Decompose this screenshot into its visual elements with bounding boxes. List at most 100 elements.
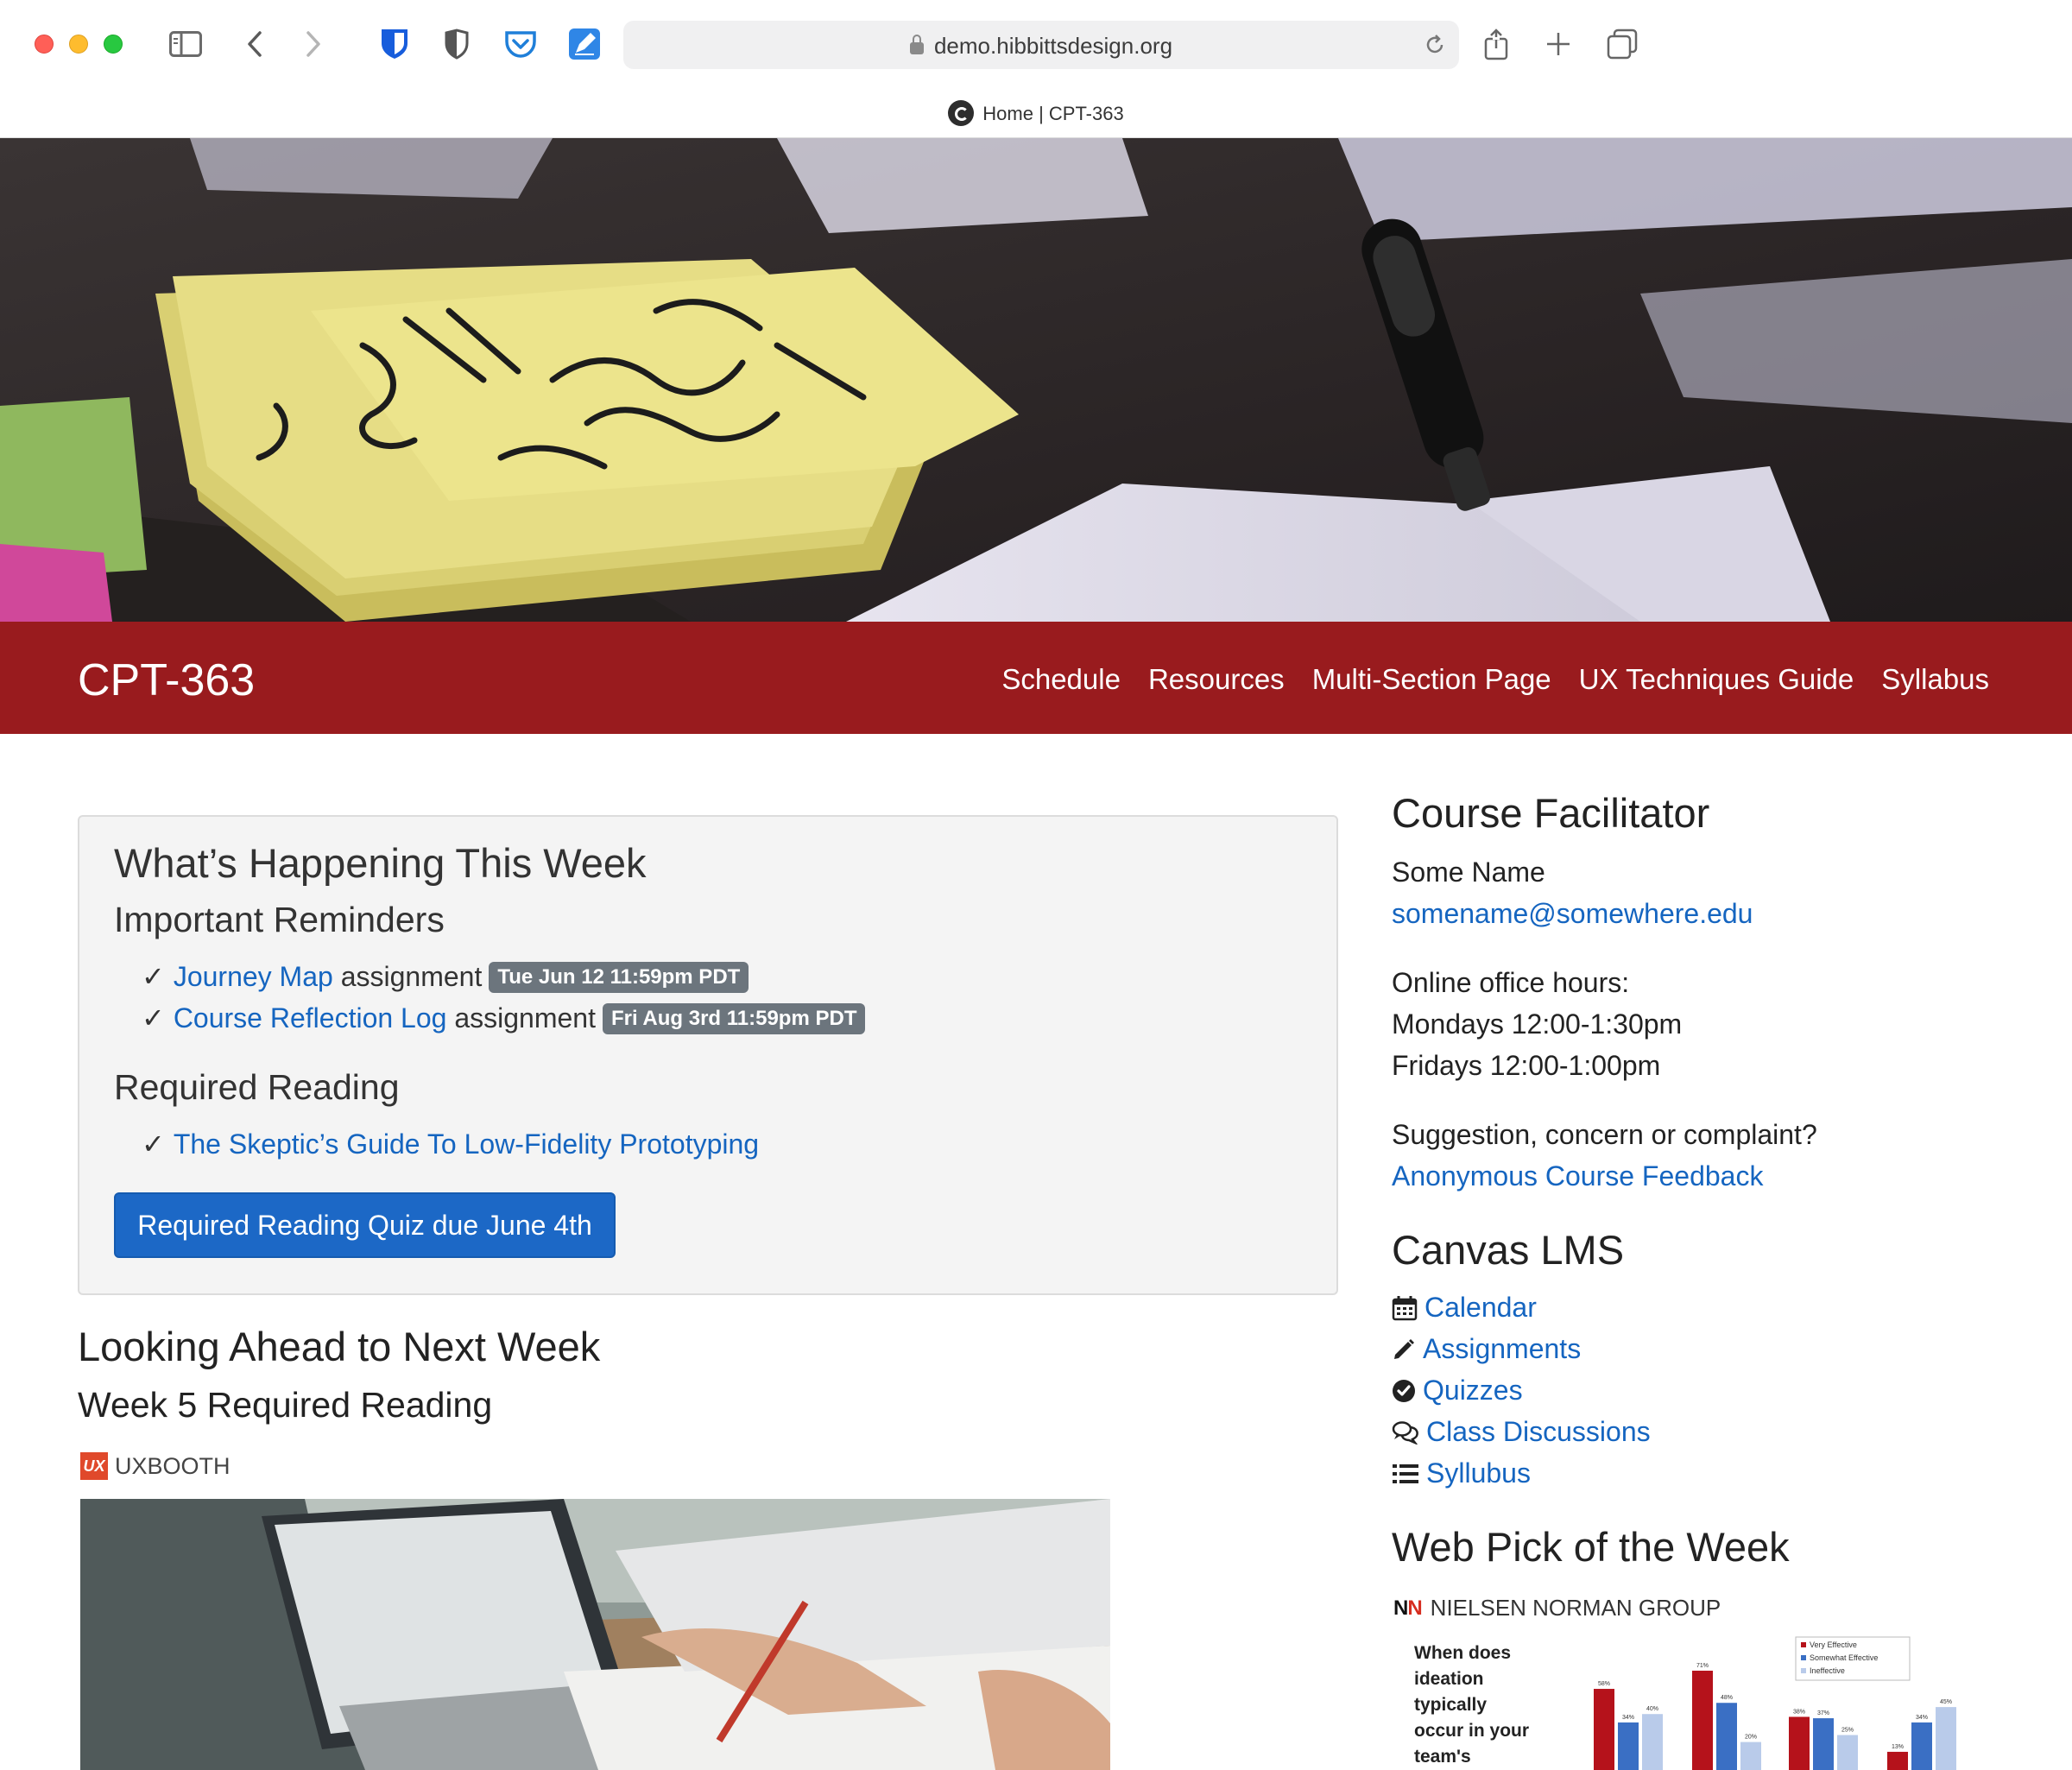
reminders-heading: Important Reminders <box>114 900 445 939</box>
thumbnail-bar <box>1887 1751 1908 1770</box>
url-text: demo.hibbittsdesign.org <box>933 33 1173 59</box>
due-date-badge: Fri Aug 3rd 11:59pm PDT <box>602 1003 866 1034</box>
lms-link-label[interactable]: Class Discussions <box>1426 1416 1651 1448</box>
markup-extension-icon[interactable] <box>565 24 604 64</box>
browser-toolbar: demo.hibbittsdesign.org Home | CPT-363 <box>0 0 2072 138</box>
lms-link-syllubus[interactable]: Syllubus <box>1392 1457 1531 1489</box>
web-pick-thumbnail[interactable]: When does ideation typically occur in yo… <box>1393 1634 1963 1770</box>
privacy-shield-icon[interactable] <box>437 24 477 64</box>
thumbnail-bar-label: 37% <box>1817 1710 1829 1716</box>
thumbnail-bar <box>1789 1716 1810 1770</box>
hero-image <box>0 138 2072 622</box>
feedback-prompt: Suggestion, concern or complaint? <box>1392 1119 1817 1150</box>
lms-link-label[interactable]: Calendar <box>1424 1292 1537 1324</box>
thumbnail-bar <box>1911 1722 1932 1770</box>
checkmark-icon: ✓ <box>142 1128 165 1160</box>
bitwarden-icon[interactable] <box>375 24 414 64</box>
next-week-heading: Looking Ahead to Next Week <box>78 1324 601 1369</box>
thumbnail-bar <box>1692 1670 1713 1770</box>
lock-icon <box>909 35 924 54</box>
reminder-suffix: assignment <box>332 961 483 992</box>
sidebar-toggle-icon[interactable] <box>166 24 205 64</box>
reminder-suffix: assignment <box>446 1002 596 1034</box>
office-hours-monday: Mondays 12:00-1:30pm <box>1392 1008 1683 1040</box>
forward-icon[interactable] <box>294 24 333 64</box>
web-pick-heading: Web Pick of the Week <box>1392 1524 1790 1570</box>
facilitator-heading: Course Facilitator <box>1392 790 1710 836</box>
thumbnail-bar <box>1936 1707 1956 1770</box>
thumbnail-bar-chart: 58% 34% 40% 71% 48% 20% 38% 37% 25% 13% 34% 45% Very… <box>1594 1636 1956 1770</box>
thumbnail-bar <box>1740 1742 1761 1770</box>
thumbnail-bar-label: 48% <box>1721 1695 1733 1701</box>
reading-quiz-button[interactable]: Required Reading Quiz due June 4th <box>114 1192 616 1258</box>
reminder-item: ✓ Course Reflection Log assignment Fri Aug… <box>142 1002 866 1037</box>
thumbnail-bar-label: 45% <box>1940 1699 1952 1705</box>
checkmark-icon: ✓ <box>142 961 165 992</box>
thumbnail-bar-label: 34% <box>1622 1715 1634 1721</box>
minimize-window-button[interactable] <box>69 35 88 54</box>
web-pick-source-name: NIELSEN NORMAN GROUP <box>1430 1595 1721 1621</box>
checkmark-icon: ✓ <box>142 1002 165 1034</box>
nav-link-syllabus[interactable]: Syllabus <box>1881 663 1989 696</box>
nng-logo-text: NN <box>1393 1596 1423 1620</box>
site-favicon-icon <box>948 100 975 126</box>
thumbnail-bar-label: 40% <box>1646 1706 1658 1712</box>
skeptics-guide-link[interactable]: The Skeptic’s Guide To Low-Fidelity Prot… <box>174 1128 759 1160</box>
reading-item: ✓ The Skeptic’s Guide To Low-Fidelity Pro… <box>142 1128 759 1160</box>
pencil-icon <box>1394 1338 1414 1359</box>
address-bar[interactable]: demo.hibbittsdesign.org <box>623 21 1459 69</box>
nav-link-schedule[interactable]: Schedule <box>1001 663 1121 696</box>
check-circle-icon <box>1393 1379 1415 1402</box>
thumbnail-legend-label: Somewhat Effective <box>1810 1653 1878 1662</box>
article-source-name: UXBOOTH <box>115 1452 231 1479</box>
thumbnail-bar-label: 13% <box>1892 1744 1904 1750</box>
pocket-icon[interactable] <box>501 24 540 64</box>
lms-link-label[interactable]: Syllubus <box>1426 1457 1531 1489</box>
active-tab[interactable]: Home | CPT-363 <box>0 100 2072 128</box>
thumbnail-bar-label: 58% <box>1598 1681 1610 1687</box>
course-reflection-log-link[interactable]: Course Reflection Log <box>174 1002 447 1034</box>
week5-reading-heading: Week 5 Required Reading <box>78 1385 493 1425</box>
web-pick-source[interactable]: NN NIELSEN NORMAN GROUP <box>1393 1595 1721 1621</box>
lms-link-calendar[interactable]: Calendar <box>1392 1292 1537 1324</box>
facilitator-email-link[interactable]: somename@somewhere.edu <box>1392 898 1753 930</box>
share-icon[interactable] <box>1476 24 1516 64</box>
thumbnail-bar-label: 34% <box>1916 1715 1928 1721</box>
thumbnail-bar <box>1594 1689 1614 1770</box>
back-icon[interactable] <box>235 24 275 64</box>
article-source[interactable]: UX UXBOOTH <box>80 1452 231 1480</box>
lms-link-label[interactable]: Assignments <box>1423 1333 1581 1365</box>
tab-overview-icon[interactable] <box>1602 24 1642 64</box>
thumbnail-bar <box>1642 1714 1663 1770</box>
tab-title: Home | CPT-363 <box>982 102 1124 124</box>
site-brand[interactable]: CPT-363 <box>78 654 255 706</box>
close-window-button[interactable] <box>35 35 54 54</box>
canvas-lms-heading: Canvas LMS <box>1392 1227 1625 1273</box>
comments-icon <box>1392 1420 1418 1444</box>
new-tab-icon[interactable] <box>1538 24 1578 64</box>
thumbnail-legend-swatch <box>1801 1642 1806 1647</box>
lms-link-label[interactable]: Quizzes <box>1423 1375 1523 1407</box>
zoom-window-button[interactable] <box>104 35 123 54</box>
site-navbar: CPT-363 Schedule Resources Multi-Section… <box>0 622 2072 734</box>
article-thumbnail-image[interactable] <box>80 1499 1110 1770</box>
nav-link-multi-section[interactable]: Multi-Section Page <box>1312 663 1551 696</box>
lms-link-discussions[interactable]: Class Discussions <box>1392 1416 1651 1448</box>
thumbnail-bar <box>1716 1703 1737 1770</box>
office-hours-label: Online office hours: <box>1392 967 1630 998</box>
required-reading-heading: Required Reading <box>114 1067 400 1107</box>
thumbnail-bar-label: 38% <box>1793 1709 1805 1715</box>
nav-link-ux-techniques[interactable]: UX Techniques Guide <box>1579 663 1854 696</box>
lms-link-quizzes[interactable]: Quizzes <box>1392 1375 1523 1407</box>
thumbnail-legend-swatch <box>1801 1655 1806 1660</box>
reload-icon[interactable] <box>1423 33 1447 61</box>
thumbnail-bar <box>1837 1735 1858 1770</box>
journey-map-link[interactable]: Journey Map <box>174 961 333 992</box>
anonymous-feedback-link[interactable]: Anonymous Course Feedback <box>1392 1160 1763 1192</box>
this-week-heading: What’s Happening This Week <box>114 840 647 886</box>
thumbnail-bar-label: 20% <box>1745 1735 1757 1741</box>
list-icon <box>1393 1463 1418 1483</box>
due-date-badge: Tue Jun 12 11:59pm PDT <box>489 962 749 993</box>
nav-link-resources[interactable]: Resources <box>1148 663 1285 696</box>
lms-link-assignments[interactable]: Assignments <box>1392 1333 1581 1365</box>
